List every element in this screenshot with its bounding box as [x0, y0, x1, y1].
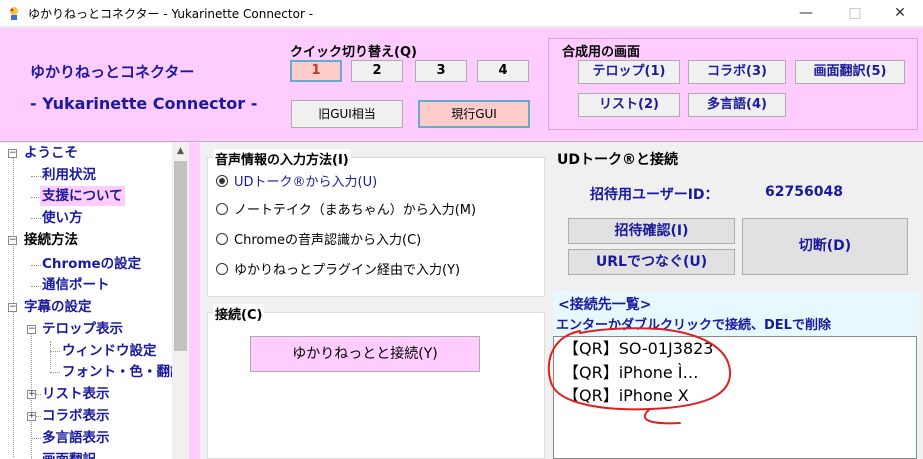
tree-item-usage-status[interactable]: 利用状況: [42, 165, 96, 185]
tree-item-collab-display[interactable]: コラボ表示: [42, 406, 110, 426]
radio-udtalk[interactable]: UDトーク®から入力(U): [216, 173, 377, 193]
radio-chrome[interactable]: Chromeの音声認識から入力(C): [216, 231, 421, 251]
input-method-title: 音声情報の入力方法(I): [213, 149, 351, 168]
brand-title-en: - Yukarinette Connector -: [30, 94, 258, 113]
tree-item-welcome[interactable]: ようこそ: [24, 143, 78, 163]
disconnect-button[interactable]: 切断(D): [742, 218, 908, 275]
tree-item-chrome-settings[interactable]: Chromeの設定: [42, 254, 141, 274]
close-button[interactable]: ✕: [877, 0, 923, 27]
minimize-button[interactable]: —: [783, 0, 829, 27]
invite-user-id-label: 招待用ユーザーID：: [590, 187, 719, 203]
connection-list-hint: エンターかダブルクリックで接続、DELで削除: [556, 318, 831, 333]
connect-title: 接続(C): [213, 304, 265, 323]
collapse-icon[interactable]: −: [8, 236, 17, 245]
tree-item-how-to-use[interactable]: 使い方: [42, 208, 83, 228]
radio-plugin[interactable]: ゆかりねっとプラグイン経由で入力(Y): [216, 261, 460, 281]
tree-item-multilingual-display[interactable]: 多言語表示: [42, 428, 110, 448]
title-bar: ゆかりねっとコネクター - Yukarinette Connector - — …: [0, 0, 923, 27]
radio-icon[interactable]: [216, 203, 228, 215]
tree-scrollbar[interactable]: ▲: [172, 143, 189, 459]
tree-item-list-display[interactable]: リスト表示: [42, 384, 110, 404]
compose-screen-label: 合成用の画面: [562, 45, 641, 60]
tree-item-comm-port[interactable]: 通信ポート: [42, 275, 110, 295]
collapse-icon[interactable]: −: [27, 325, 36, 334]
content-margin: [189, 143, 200, 459]
header-panel: ゆかりねっとコネクター - Yukarinette Connector - クイ…: [0, 28, 923, 142]
connect-by-url-button[interactable]: URLでつなぐ(U): [568, 249, 735, 275]
list-item[interactable]: 【QR】iPhone Ì…: [563, 362, 699, 384]
list-item[interactable]: 【QR】SO-01J3823: [563, 338, 713, 360]
expand-icon[interactable]: +: [27, 390, 36, 399]
connect-group: [207, 312, 545, 459]
radio-notetake[interactable]: ノートテイク（まあちゃん）から入力(M): [216, 201, 476, 221]
tree-item-screen-translation[interactable]: 画面翻訳: [42, 450, 96, 459]
tree-item-connection-method[interactable]: 接続方法: [24, 230, 78, 250]
maximize-button[interactable]: □: [832, 0, 878, 27]
quick-switch-1-button[interactable]: 1: [290, 60, 342, 82]
telop-screen-button[interactable]: テロップ(1): [578, 60, 680, 84]
invite-confirm-button[interactable]: 招待確認(I): [568, 218, 735, 244]
expand-icon[interactable]: +: [27, 412, 36, 421]
quick-switch-2-button[interactable]: 2: [351, 60, 403, 82]
quick-switch-4-button[interactable]: 4: [477, 60, 529, 82]
multilingual-screen-button[interactable]: 多言語(4): [688, 93, 786, 117]
brand-title-jp: ゆかりねっとコネクター: [30, 63, 195, 81]
collapse-icon[interactable]: −: [8, 149, 17, 158]
tree-item-telop-display[interactable]: テロップ表示: [42, 319, 123, 339]
window-title: ゆかりねっとコネクター - Yukarinette Connector -: [28, 7, 314, 21]
tree-item-font-color-translation[interactable]: フォント・色・翻訳: [62, 362, 184, 382]
connect-yukarinette-button[interactable]: ゆかりねっとと接続(Y): [250, 336, 480, 372]
connection-list-heading: <接続先一覧>: [558, 297, 652, 313]
collapse-icon[interactable]: −: [8, 303, 17, 312]
radio-selected-icon[interactable]: [216, 175, 228, 187]
quick-switch-label: クイック切り替え(Q): [290, 45, 417, 60]
collab-screen-button[interactable]: コラボ(3): [688, 60, 786, 84]
invite-user-id-value: 62756048: [765, 184, 843, 200]
radio-icon[interactable]: [216, 263, 228, 275]
current-gui-button[interactable]: 現行GUI: [418, 100, 530, 128]
old-gui-button[interactable]: 旧GUI相当: [291, 100, 403, 128]
tree-item-support[interactable]: 支援について: [40, 186, 125, 206]
radio-icon[interactable]: [216, 233, 228, 245]
tree-item-subtitle-settings[interactable]: 字幕の設定: [24, 297, 92, 317]
nav-tree[interactable]: − ようこそ 利用状況 支援について 使い方 − 接続方法 Chromeの設定 …: [0, 143, 189, 459]
scroll-thumb[interactable]: [174, 161, 187, 351]
list-item[interactable]: 【QR】iPhone X: [563, 385, 689, 407]
quick-switch-3-button[interactable]: 3: [415, 60, 467, 82]
list-screen-button[interactable]: リスト(2): [578, 93, 680, 117]
scroll-up-arrow-icon[interactable]: ▲: [172, 143, 189, 160]
tree-item-window-settings[interactable]: ウィンドウ設定: [62, 341, 157, 361]
udtalk-section-title: UDトーク®と接続: [557, 152, 678, 168]
app-icon: [10, 7, 18, 20]
screen-translation-button[interactable]: 画面翻訳(5): [795, 60, 905, 84]
